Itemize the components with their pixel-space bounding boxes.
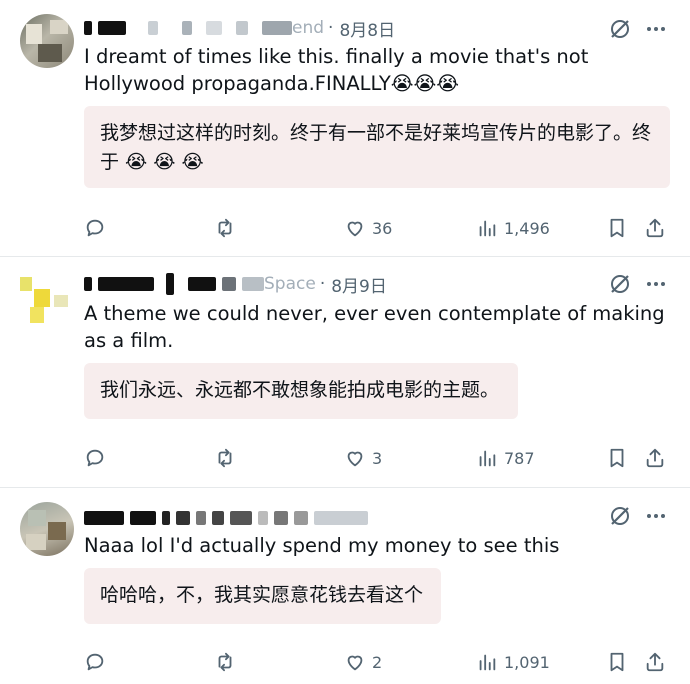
like-count: 2 [372, 652, 383, 672]
action-bar: 2 1,091 [84, 648, 674, 676]
translation-box: 哈哈哈，不，我其实愿意花钱去看这个 [84, 568, 441, 624]
grok-icon[interactable] [608, 17, 632, 41]
share-icon [646, 218, 664, 238]
reply-date[interactable]: 8月9日 [331, 272, 387, 297]
reply-icon [86, 449, 104, 467]
handle-tail: end [292, 18, 325, 38]
bookmark-icon [610, 218, 624, 238]
retweet-button[interactable] [214, 648, 236, 676]
reply-item[interactable]: Space · 8月9日 A theme we could never, eve… [0, 257, 690, 488]
retweet-icon [218, 652, 232, 672]
display-name-redacted [84, 277, 92, 291]
heart-icon [347, 451, 363, 467]
meta-separator: · [319, 274, 326, 294]
avatar[interactable] [20, 271, 74, 325]
like-count: 36 [372, 218, 393, 238]
more-icon[interactable] [644, 272, 668, 296]
share-icon [646, 448, 664, 468]
avatar[interactable] [20, 502, 74, 556]
display-name-redacted [166, 273, 174, 295]
view-count: 787 [504, 448, 535, 468]
like-button[interactable]: 2 [344, 648, 382, 676]
bookmark-button[interactable] [606, 214, 628, 242]
like-button[interactable]: 3 [344, 444, 382, 472]
share-button[interactable] [644, 214, 666, 242]
reply-icon [86, 653, 104, 671]
grok-icon[interactable] [608, 272, 632, 296]
reply-date[interactable]: 8月8日 [339, 16, 395, 41]
reply-button[interactable] [84, 648, 106, 676]
handle-redacted [230, 511, 252, 525]
display-name-redacted [84, 511, 124, 525]
like-count: 3 [372, 448, 383, 468]
action-bar: 3 787 [84, 444, 674, 472]
bookmark-button[interactable] [606, 444, 628, 472]
handle-redacted [206, 21, 222, 35]
handle-redacted [182, 21, 192, 35]
heart-icon [347, 221, 363, 237]
views-chart-icon [479, 220, 496, 237]
handle-redacted [148, 21, 158, 35]
share-button[interactable] [644, 648, 666, 676]
display-name-redacted [130, 511, 156, 525]
display-name-redacted [84, 21, 92, 35]
avatar[interactable] [20, 14, 74, 68]
bookmark-button[interactable] [606, 648, 628, 676]
display-name-redacted [176, 511, 190, 525]
retweet-icon [218, 218, 232, 238]
action-bar: 36 1,496 [84, 214, 674, 242]
views-button[interactable]: 787 [476, 444, 535, 472]
share-button[interactable] [644, 444, 666, 472]
views-chart-icon [479, 450, 496, 467]
reply-item[interactable]: end · 8月8日 I dreamt of times like this. … [0, 0, 690, 257]
handle-redacted [196, 511, 206, 525]
handle-redacted [212, 511, 224, 525]
share-icon [646, 652, 664, 672]
date-redacted [314, 511, 368, 525]
display-name-redacted [162, 511, 170, 525]
views-button[interactable]: 1,091 [476, 648, 550, 676]
reply-item[interactable]: Naaa lol I'd actually spend my money to … [0, 488, 690, 684]
views-chart-icon [479, 654, 496, 671]
meta-separator: · [328, 18, 334, 38]
view-count: 1,091 [504, 652, 550, 672]
like-button[interactable]: 36 [344, 214, 392, 242]
reply-text: A theme we could never, ever even contem… [84, 302, 665, 352]
handle-redacted [222, 277, 236, 291]
heart-icon [347, 655, 363, 671]
bookmark-icon [610, 448, 624, 468]
grok-icon[interactable] [608, 504, 632, 528]
reply-header: Space · 8月9日 [84, 272, 387, 297]
handle-redacted [236, 21, 248, 35]
reply-header: end · 8月8日 [84, 16, 395, 41]
reply-text: Naaa lol I'd actually spend my money to … [84, 534, 560, 557]
more-icon[interactable] [644, 17, 668, 41]
display-name-redacted [98, 21, 126, 35]
reply-button[interactable] [84, 444, 106, 472]
handle-redacted [294, 511, 308, 525]
reply-header [84, 506, 374, 530]
reply-button[interactable] [84, 214, 106, 242]
reply-text: I dreamt of times like this. finally a m… [84, 45, 589, 95]
handle-redacted [262, 21, 292, 35]
view-count: 1,496 [504, 218, 550, 238]
retweet-icon [218, 448, 232, 468]
handle-redacted [242, 277, 264, 291]
reply-icon [86, 219, 104, 237]
translation-box: 我梦想过这样的时刻。终于有一部不是好莱坞宣传片的电影了。终于 😭 😭 😭 [84, 106, 670, 188]
views-button[interactable]: 1,496 [476, 214, 550, 242]
more-icon[interactable] [644, 504, 668, 528]
display-name-redacted [98, 277, 154, 291]
display-name-redacted [188, 277, 216, 291]
handle-redacted [258, 511, 268, 525]
translation-box: 我们永远、永远都不敢想象能拍成电影的主题。 [84, 363, 518, 419]
handle-tail: Space [264, 274, 316, 294]
handle-redacted [274, 511, 288, 525]
retweet-button[interactable] [214, 444, 236, 472]
bookmark-icon [610, 652, 624, 672]
retweet-button[interactable] [214, 214, 236, 242]
